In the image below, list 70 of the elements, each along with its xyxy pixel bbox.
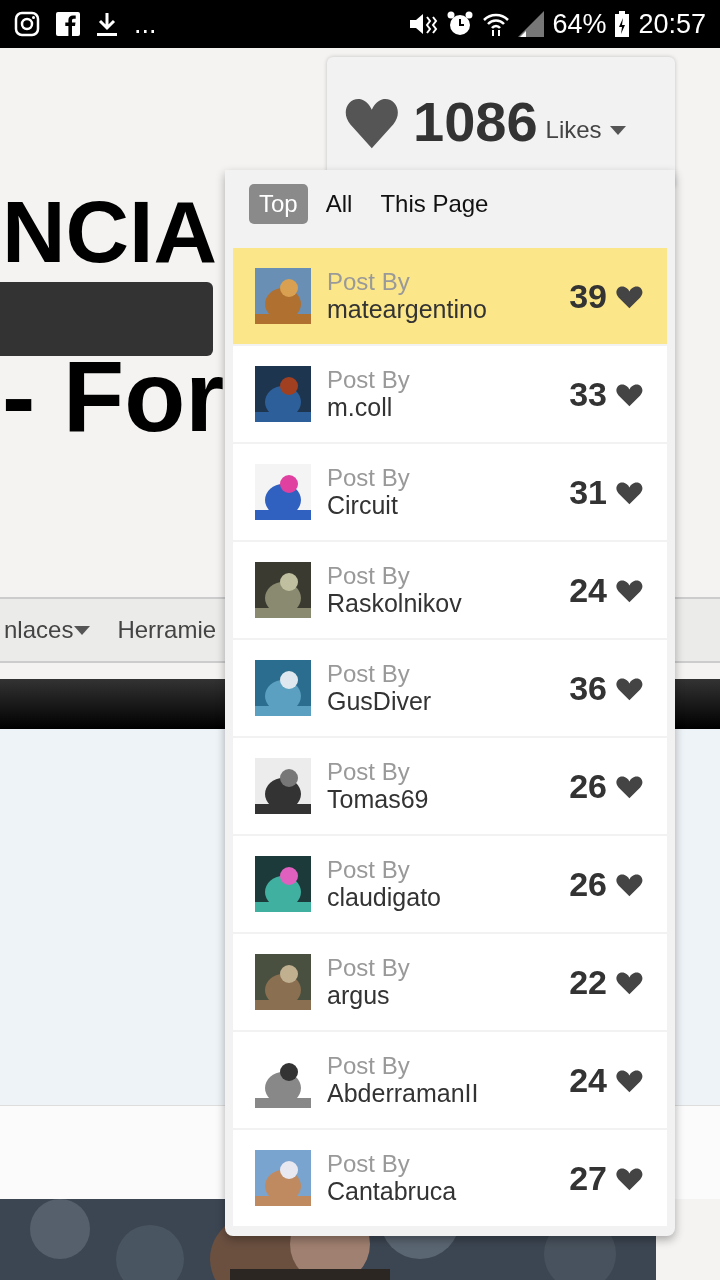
caret-icon [609,125,626,135]
row-caption: Post By [327,953,411,982]
leaderboard-row[interactable]: Post By GusDiver 36 [233,640,667,736]
heart-icon [615,1165,645,1191]
user-name: Circuit [327,491,399,521]
wifi-icon [482,11,511,37]
battery-charging-icon [614,11,631,37]
heart-icon [615,675,645,701]
mute-icon [408,11,439,37]
heart-icon [615,577,645,603]
row-caption: Post By [327,855,411,884]
like-count: 31 [569,471,607,513]
like-count: 24 [569,1059,607,1101]
like-count: 33 [569,373,607,415]
leaderboard-row[interactable]: Post By Raskolnikov 24 [233,542,667,638]
leaderboard-row[interactable]: Post By Tomas69 26 [233,738,667,834]
like-count: 26 [569,765,607,807]
leaderboard-row[interactable]: Post By argus 22 [233,934,667,1030]
download-icon [96,11,118,37]
heart-icon [615,283,645,309]
like-count: 36 [569,667,607,709]
user-name: mateargentino [327,295,488,325]
camera-icon [14,11,40,37]
row-caption: Post By [327,365,411,394]
row-caption: Post By [327,561,411,590]
heart-icon [615,479,645,505]
nav-link[interactable]: nlaces [4,612,92,648]
row-caption: Post By [327,463,411,492]
overflow-indicator: ... [134,7,157,41]
row-caption: Post By [327,1051,411,1080]
caret-icon [73,625,92,635]
heart-icon [615,969,645,995]
leaderboard-row[interactable]: Post By claudigato 26 [233,836,667,932]
page-title: NCIA [2,188,218,276]
like-count: 24 [569,569,607,611]
row-caption: Post By [327,1149,411,1178]
leaderboard-row[interactable]: Post By mateargentino 39 [233,248,667,344]
user-name: Tomas69 [327,785,430,815]
user-name: Cantabruca [327,1177,458,1207]
user-name: Raskolnikov [327,589,463,619]
like-count: 26 [569,863,607,905]
leaderboard-row[interactable]: Post By AbderramanII 24 [233,1032,667,1128]
clock-time: 20:57 [638,7,706,41]
filter-tab[interactable]: All [315,184,363,224]
f-logo-icon [56,12,80,36]
alarm-icon [446,10,475,38]
row-caption: Post By [327,267,411,296]
heart-icon [615,773,645,799]
row-caption: Post By [327,757,411,786]
user-name: argus [327,981,391,1011]
row-caption: Post By [327,659,411,688]
user-name: claudigato [327,883,442,913]
like-count: 39 [569,275,607,317]
like-count: 27 [569,1157,607,1199]
nav-link[interactable]: Herramie [117,612,217,648]
leaderboard-row[interactable]: Post By m.coll 33 [233,346,667,442]
likes-dropdown[interactable]: Likes [545,112,626,148]
user-name: m.coll [327,393,394,423]
leaderboard-row[interactable]: Post By Circuit 31 [233,444,667,540]
likes-count: 1086 [413,94,538,150]
filter-tab[interactable]: This Page [370,184,499,224]
heart-icon [615,381,645,407]
heart-icon [615,1067,645,1093]
like-count: 22 [569,961,607,1003]
page-subtitle: - For [2,346,225,446]
signal-icon [518,11,545,37]
battery-level: 64% [552,7,607,41]
user-name: GusDiver [327,687,433,717]
heart-icon [615,871,645,897]
user-name: AbderramanII [327,1079,480,1109]
